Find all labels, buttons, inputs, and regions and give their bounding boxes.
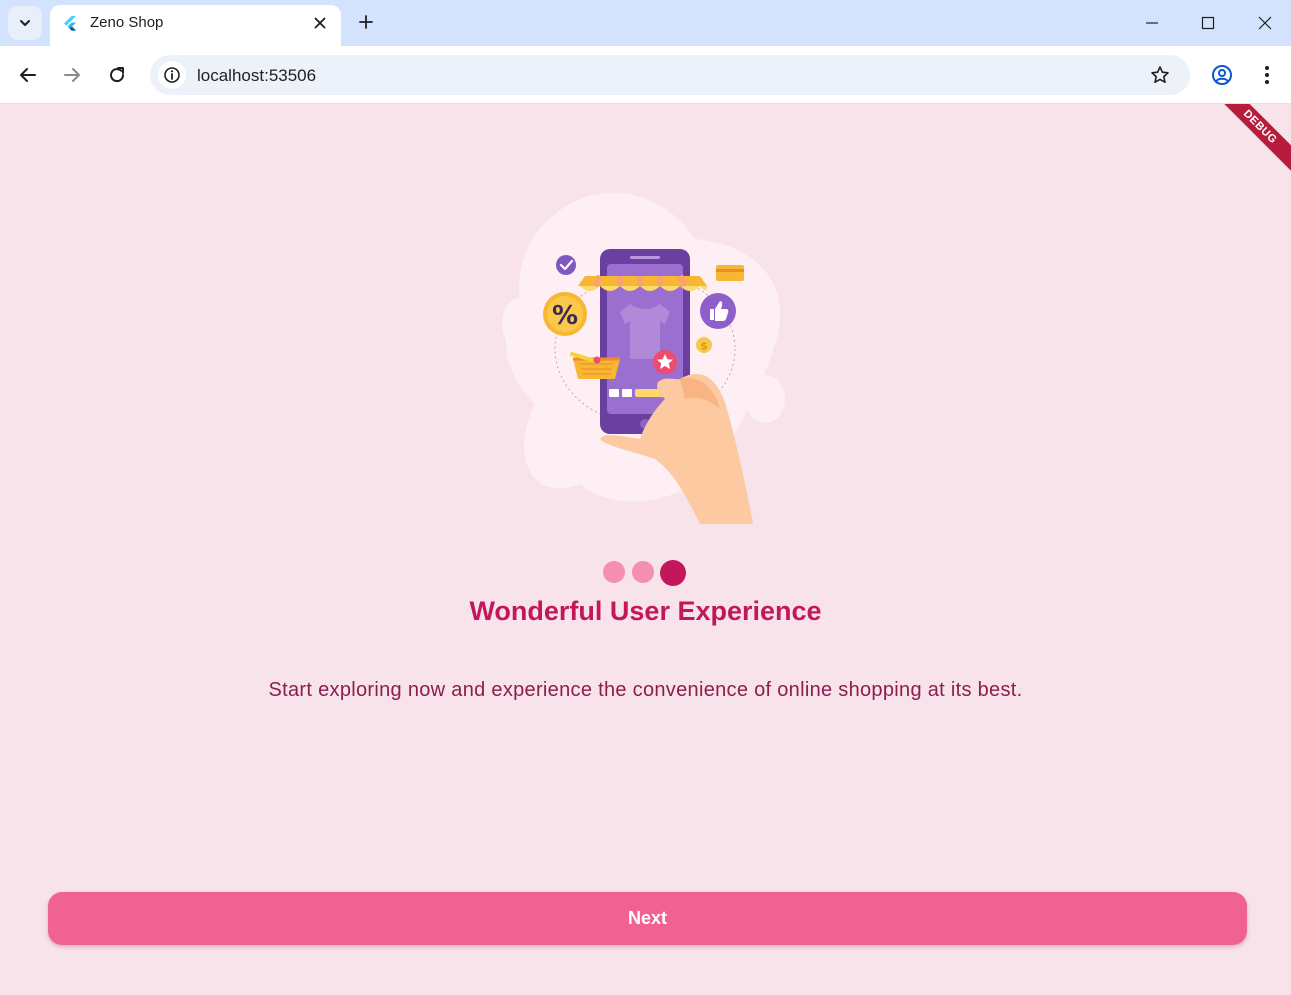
close-icon: [1258, 16, 1272, 30]
tab-title: Zeno Shop: [90, 14, 164, 31]
back-button[interactable]: [11, 58, 45, 92]
onboarding-title: Wonderful User Experience: [469, 596, 822, 626]
small-blob: [745, 375, 785, 423]
page-indicator: [603, 560, 693, 586]
check-icon: [556, 255, 576, 275]
new-tab-button[interactable]: [353, 9, 379, 35]
forward-button[interactable]: [55, 58, 89, 92]
profile-icon: [1212, 65, 1232, 85]
tab-search-button[interactable]: [8, 6, 42, 40]
info-icon: [164, 67, 180, 83]
maximize-icon: [1201, 16, 1215, 30]
kebab-menu-icon: [1265, 66, 1269, 84]
browser-tab-bar: Zeno Shop: [0, 0, 1291, 46]
close-window-button[interactable]: [1245, 6, 1285, 40]
next-button-label: Next: [627, 908, 667, 928]
star-icon: [1151, 66, 1169, 83]
chevron-down-icon: [20, 20, 30, 26]
bookmark-button[interactable]: [1146, 61, 1174, 89]
online-shopping-illustration: % $: [502, 192, 785, 524]
page-dot-active[interactable]: [660, 560, 686, 586]
onboarding-description: Start exploring now and experience the c…: [268, 679, 1023, 701]
browser-menu-button[interactable]: [1250, 58, 1284, 92]
address-bar[interactable]: localhost:53506: [150, 55, 1190, 95]
credit-card-icon: [716, 265, 744, 281]
debug-banner: DEBUG: [1207, 104, 1291, 180]
reload-icon: [110, 67, 125, 83]
page-dot[interactable]: [603, 561, 625, 583]
next-button[interactable]: Next: [48, 892, 1247, 945]
minimize-icon: [1146, 22, 1158, 24]
maximize-button[interactable]: [1188, 6, 1228, 40]
page-dot[interactable]: [632, 561, 654, 583]
small-blob: [502, 298, 538, 350]
profile-button[interactable]: [1205, 58, 1239, 92]
onboarding-screen: DEBUG % $ Wonderful User Experience Star…: [0, 104, 1291, 995]
reload-button[interactable]: [100, 58, 134, 92]
site-info-button[interactable]: [158, 61, 186, 89]
close-icon: [314, 17, 326, 29]
browser-tab[interactable]: Zeno Shop: [50, 5, 341, 46]
flutter-icon: [64, 16, 76, 31]
back-arrow-icon: [20, 68, 36, 82]
close-tab-button[interactable]: [308, 11, 332, 35]
plus-icon: [359, 15, 373, 29]
forward-arrow-icon: [64, 68, 80, 82]
minimize-button[interactable]: [1132, 6, 1172, 40]
svg-text:$: $: [700, 340, 708, 353]
browser-toolbar: localhost:53506: [0, 46, 1291, 104]
svg-text:%: %: [552, 301, 578, 331]
url-text: localhost:53506: [197, 66, 317, 85]
